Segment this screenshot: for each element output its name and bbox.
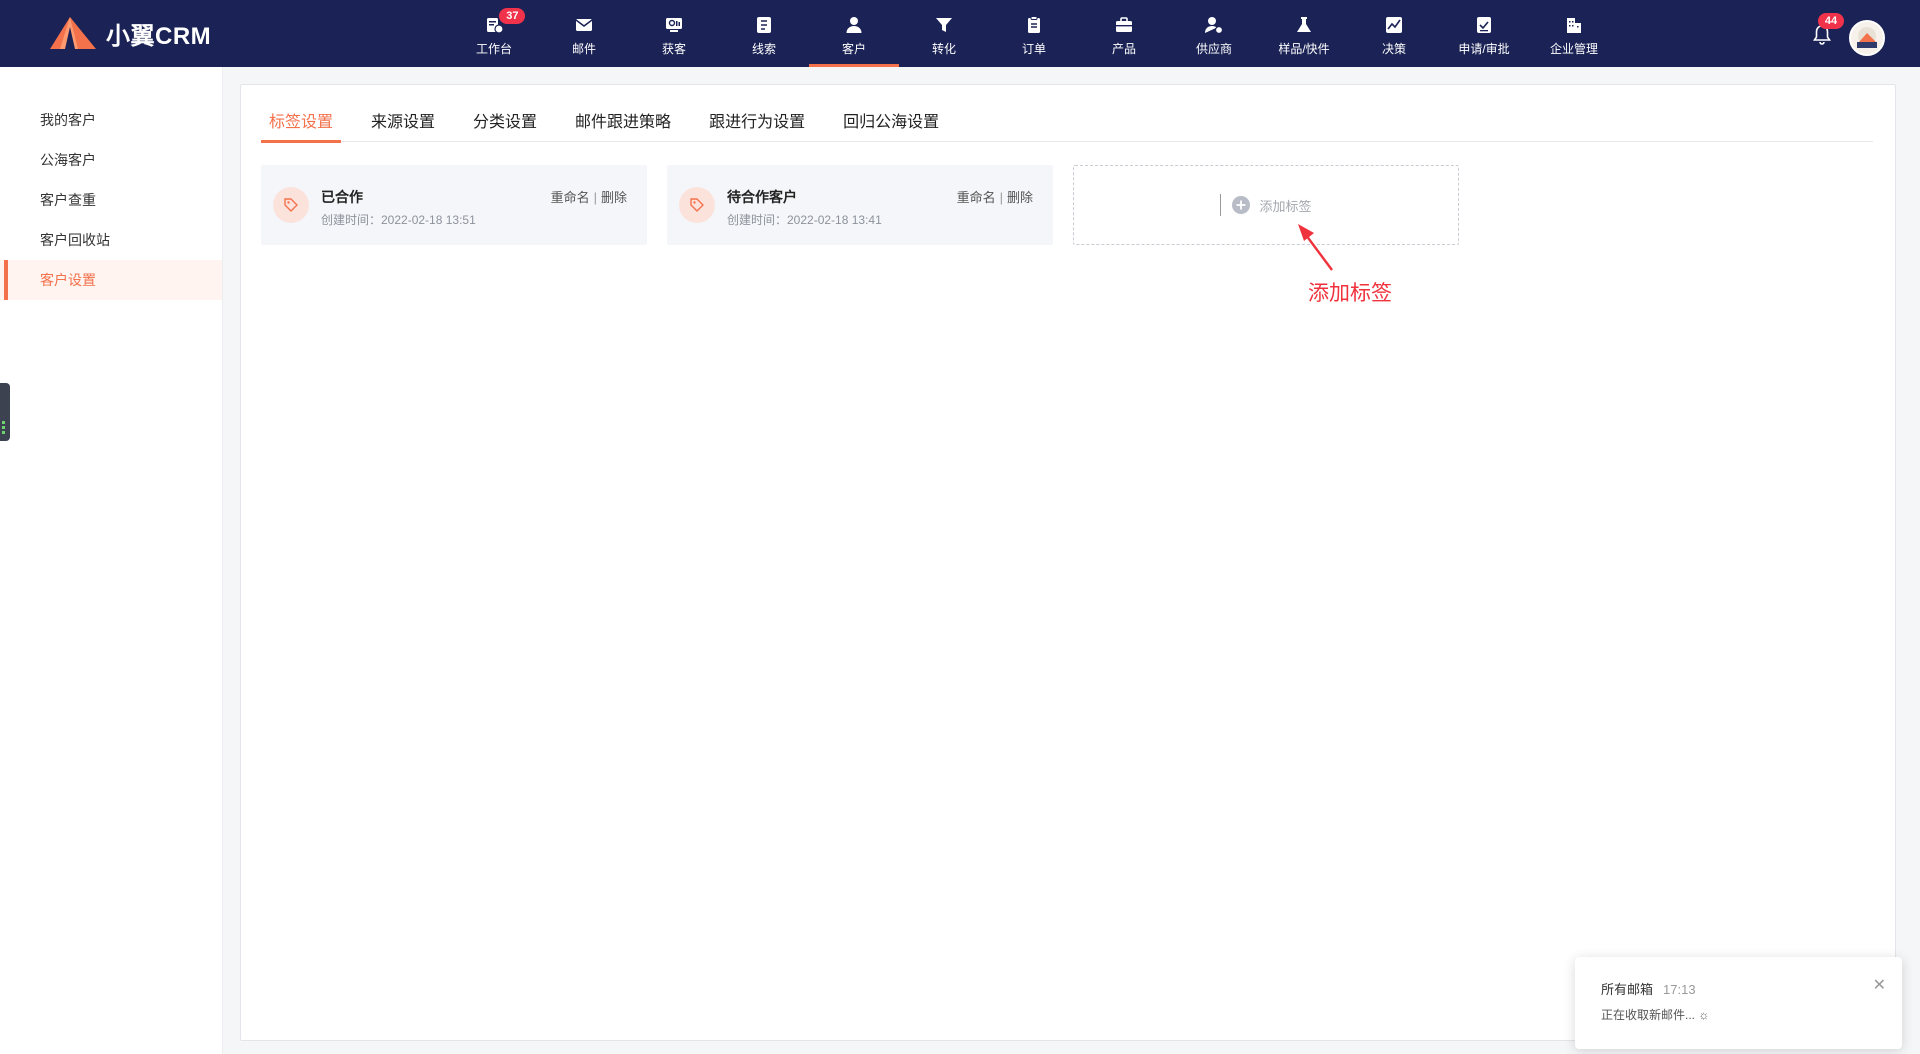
sidebar-item-recycle-bin[interactable]: 客户回收站 [0,220,222,260]
nav-label: 邮件 [571,41,596,56]
tag-name: 已合作 [321,189,363,205]
nav-item-leads[interactable]: 线索 [719,0,809,67]
app-logo[interactable]: 小翼CRM [48,14,211,52]
main-panel: 标签设置 来源设置 分类设置 邮件跟进策略 跟进行为设置 回归公海设置 已合作 … [240,84,1896,1041]
text-cursor [1220,194,1222,216]
settings-tabs: 标签设置 来源设置 分类设置 邮件跟进策略 跟进行为设置 回归公海设置 [261,109,1873,143]
sidebar-item-my-customers[interactable]: 我的客户 [0,100,222,140]
notification-badge: 37 [499,8,526,24]
main-nav: 工作台 37 邮件 获客 线索 客户 转化 订单 产品 供应商 样品/快件 决策… [449,0,1619,67]
acquire-icon [666,17,682,32]
leads-icon [757,16,771,33]
nav-label: 产品 [1111,41,1136,56]
nav-item-customer[interactable]: 客户 [809,0,899,67]
nav-item-convert[interactable]: 转化 [899,0,989,67]
annotation-arrow-icon [1298,224,1333,271]
tag-list: 已合作 创建时间：2022-02-18 13:51 重命名 | 删除 待合作客户 创… [261,165,1459,245]
tab-email-followup-strategy[interactable]: 邮件跟进策略 [567,109,679,142]
toast-mailbox: 所有邮箱 [1601,982,1654,997]
nav-item-acquire[interactable]: 获客 [629,0,719,67]
flask-icon [1297,16,1311,32]
tab-category-settings[interactable]: 分类设置 [465,109,545,142]
nav-item-workbench[interactable]: 工作台 37 [449,0,539,67]
nav-label: 供应商 [1195,41,1232,56]
nav-label: 决策 [1381,41,1406,56]
nav-item-samples[interactable]: 样品/快件 [1259,0,1349,67]
delete-button[interactable]: 删除 [1007,190,1033,205]
side-drag-handle[interactable] [0,383,10,441]
tag-created-time: 创建时间：2022-02-18 13:51 [321,213,476,227]
annotation-text: 添加标签 [1308,282,1392,305]
rename-button[interactable]: 重命名 [551,190,590,205]
sidebar-item-duplicate-check[interactable]: 客户查重 [0,180,222,220]
toast-title: 所有邮箱 17:13 [1601,979,1696,998]
tag-icon [679,187,715,223]
nav-item-products[interactable]: 产品 [1079,0,1169,67]
tag-actions: 重命名 | 删除 [956,190,1033,205]
nav-item-supplier[interactable]: 供应商 [1169,0,1259,67]
tab-tag-settings[interactable]: 标签设置 [261,109,342,143]
tag-created-time: 创建时间：2022-02-18 13:41 [727,213,882,227]
toast-time: 17:13 [1663,982,1696,997]
tag-card: 已合作 创建时间：2022-02-18 13:51 重命名 | 删除 [261,165,647,245]
mail-icon [575,18,593,31]
supplier-icon [1205,16,1224,34]
close-icon[interactable]: ✕ [1873,975,1886,995]
nav-label: 申请/审批 [1458,41,1510,56]
sidebar: 我的客户 公海客户 客户查重 客户回收站 客户设置 [0,67,223,1054]
nav-item-approval[interactable]: 申请/审批 [1439,0,1529,67]
nav-label: 订单 [1021,41,1046,56]
nav-label: 获客 [661,41,686,56]
nav-item-enterprise[interactable]: 企业管理 [1529,0,1619,67]
plus-circle-icon [1232,196,1251,214]
tag-actions: 重命名 | 删除 [550,190,627,205]
nav-item-decision[interactable]: 决策 [1349,0,1439,67]
app-name: 小翼CRM [106,22,212,50]
mail-notification-toast: 所有邮箱 17:13 正在收取新邮件... ☼ ✕ [1575,957,1902,1049]
nav-label: 客户 [841,41,866,56]
bell-badge: 44 [1818,13,1844,29]
nav-item-mail[interactable]: 邮件 [539,0,629,67]
nav-item-orders[interactable]: 订单 [989,0,1079,67]
sidebar-item-customer-settings[interactable]: 客户设置 [0,260,222,300]
tag-icon [273,187,309,223]
chart-icon [1386,16,1402,33]
tab-return-pool-settings[interactable]: 回归公海设置 [835,109,947,142]
nav-label: 企业管理 [1549,41,1598,56]
nav-label: 样品/快件 [1278,41,1330,56]
logo-icon [50,17,96,49]
toast-message: 正在收取新邮件... ☼ [1601,1008,1710,1022]
nav-label: 工作台 [475,41,512,56]
tag-name: 待合作客户 [727,189,797,205]
rename-button[interactable]: 重命名 [957,190,996,205]
add-tag-button[interactable]: 添加标签 [1073,165,1459,245]
tab-followup-behavior-settings[interactable]: 跟进行为设置 [701,109,813,142]
tag-card: 待合作客户 创建时间：2022-02-18 13:41 重命名 | 删除 [667,165,1053,245]
briefcase-icon [1116,16,1132,32]
tab-source-settings[interactable]: 来源设置 [363,109,443,142]
clipboard-icon [1028,15,1040,33]
funnel-icon [936,17,952,32]
delete-button[interactable]: 删除 [601,190,627,205]
avatar-image-icon [1851,22,1883,54]
avatar[interactable] [1849,20,1885,56]
building-icon [1567,17,1581,33]
sidebar-item-public-customers[interactable]: 公海客户 [0,140,222,180]
approval-icon [1477,16,1491,33]
add-tag-label: 添加标签 [1259,198,1312,214]
nav-label: 转化 [931,41,956,56]
customer-icon [846,16,862,33]
top-navbar: 小翼CRM 工作台 37 邮件 获客 线索 客户 转化 订单 产品 供应商 样品… [0,0,1920,67]
nav-label: 线索 [751,41,776,56]
